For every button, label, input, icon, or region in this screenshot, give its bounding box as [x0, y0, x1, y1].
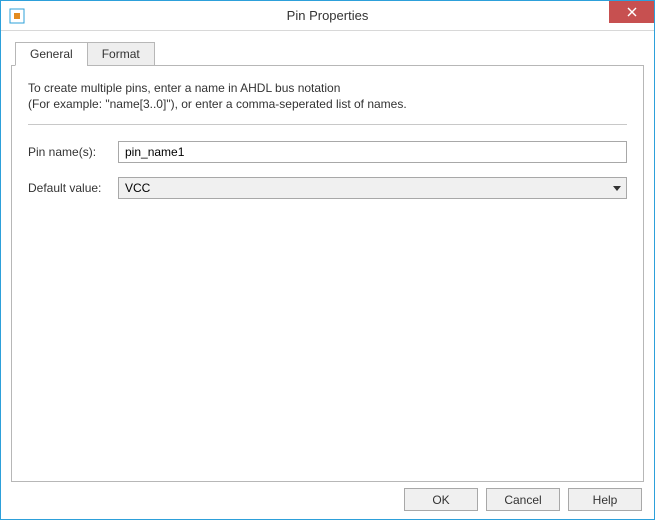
default-value-select[interactable]: VCC: [118, 177, 627, 199]
divider: [28, 124, 627, 125]
ok-button[interactable]: OK: [404, 488, 478, 511]
window-title: Pin Properties: [1, 8, 654, 23]
instructions: To create multiple pins, enter a name in…: [28, 80, 627, 112]
pin-name-row: Pin name(s):: [28, 141, 627, 163]
select-value: VCC: [125, 181, 150, 195]
pin-name-label: Pin name(s):: [28, 145, 118, 159]
close-button[interactable]: [609, 1, 654, 23]
dialog-window: Pin Properties General Format To create …: [0, 0, 655, 520]
app-icon: [9, 8, 25, 24]
client-area: General Format To create multiple pins, …: [1, 31, 654, 519]
pin-name-input[interactable]: [118, 141, 627, 163]
cancel-button[interactable]: Cancel: [486, 488, 560, 511]
instructions-line: To create multiple pins, enter a name in…: [28, 80, 627, 96]
tabstrip: General Format: [15, 42, 644, 66]
tab-label: General: [30, 47, 73, 61]
titlebar: Pin Properties: [1, 1, 654, 31]
tab-format[interactable]: Format: [87, 42, 155, 66]
dialog-buttons: OK Cancel Help: [11, 488, 644, 511]
tab-label: Format: [102, 47, 140, 61]
tab-panel-general: To create multiple pins, enter a name in…: [11, 65, 644, 482]
help-button[interactable]: Help: [568, 488, 642, 511]
tab-general[interactable]: General: [15, 42, 88, 66]
default-value-label: Default value:: [28, 181, 118, 195]
close-icon: [627, 7, 637, 17]
default-value-row: Default value: VCC: [28, 177, 627, 199]
instructions-line: (For example: "name[3..0]"), or enter a …: [28, 96, 627, 112]
